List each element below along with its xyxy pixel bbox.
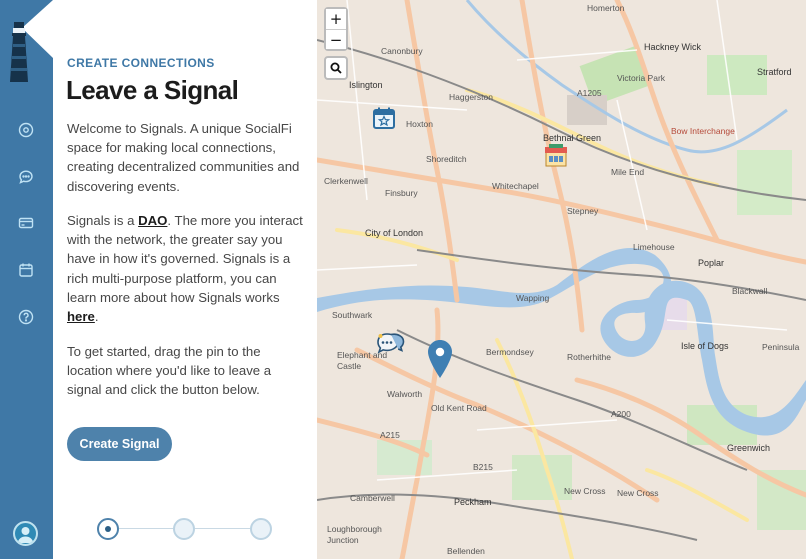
nav-rail: [0, 0, 53, 559]
chat-marker[interactable]: [377, 331, 405, 357]
onboarding-panel: CREATE CONNECTIONS Leave a Signal Welcom…: [53, 0, 317, 559]
map-label: Southwark: [332, 310, 373, 320]
map-label: Camberwell: [350, 493, 395, 503]
step-connector: [195, 528, 251, 529]
map-label: Canonbury: [381, 46, 423, 56]
map-label: Wapping: [516, 293, 550, 303]
map-label: Peninsula: [762, 342, 800, 352]
map-label: A1205: [577, 88, 602, 98]
map-label: Mile End: [611, 167, 645, 177]
instructions-paragraph: To get started, drag the pin to the loca…: [67, 344, 272, 398]
storefront-icon: [545, 144, 567, 167]
step-3-indicator[interactable]: [250, 518, 272, 540]
step-2-indicator[interactable]: [173, 518, 195, 540]
map-label: Finsbury: [385, 188, 418, 198]
map-label: Limehouse: [633, 242, 675, 252]
map-label: Loughborough Junction: [327, 524, 382, 545]
user-avatar-icon: [17, 527, 34, 543]
map-zoom-controls: + −: [324, 7, 348, 51]
map-label: New Cross: [617, 488, 659, 498]
nav-messages-button[interactable]: [16, 167, 36, 187]
shop-marker[interactable]: [543, 142, 569, 168]
chat-signal-icon: [377, 333, 405, 354]
map-label: Whitechapel: [492, 181, 539, 191]
map-pin-icon: [428, 340, 452, 378]
credit-card-icon: [18, 217, 34, 229]
map-search-button[interactable]: [324, 56, 348, 80]
map-label: Stepney: [567, 206, 599, 216]
nav-wallet-button[interactable]: [16, 213, 36, 233]
map-label: Walworth: [387, 389, 423, 399]
calendar-icon: [19, 263, 33, 277]
map-label: Hoxton: [406, 119, 433, 129]
map-view[interactable]: Homerton Canonbury Hackney Wick Stratfor…: [317, 0, 806, 559]
learn-more-link[interactable]: here: [67, 309, 95, 324]
map-label: Blackwall: [732, 286, 768, 296]
nav-help-button[interactable]: [16, 307, 36, 327]
event-marker[interactable]: [372, 106, 396, 130]
progress-stepper: [97, 517, 272, 541]
location-pin-icon: [18, 122, 34, 138]
map-label: City of London: [365, 228, 424, 238]
page-title: Leave a Signal: [66, 75, 239, 105]
map-label: A200: [611, 409, 631, 419]
nav-events-button[interactable]: [16, 260, 36, 280]
map-label: Victoria Park: [617, 73, 666, 83]
map-label: Peckham: [454, 497, 492, 507]
map-label: Hackney Wick: [644, 42, 702, 52]
section-eyebrow: CREATE CONNECTIONS: [67, 56, 215, 70]
map-label: Greenwich: [727, 443, 771, 453]
map-label: Stratford: [757, 67, 792, 77]
zoom-out-button[interactable]: −: [326, 29, 346, 49]
drop-pin-marker[interactable]: [427, 339, 453, 379]
dao-paragraph: Signals is a DAO. The more you interact …: [67, 211, 307, 326]
app-root: CREATE CONNECTIONS Leave a Signal Welcom…: [0, 0, 806, 559]
step-connector: [119, 528, 173, 529]
map-label: Clerkenwell: [324, 176, 368, 186]
map-tiles: [317, 0, 806, 559]
map-label: Shoreditch: [426, 154, 467, 164]
map-label: A215: [380, 430, 400, 440]
user-avatar[interactable]: [13, 521, 38, 546]
map-label: Homerton: [587, 3, 625, 13]
map-label: Poplar: [698, 258, 725, 268]
intro-paragraph: Welcome to Signals. A unique SocialFi sp…: [67, 121, 300, 194]
map-label: Bermondsey: [486, 347, 534, 357]
map-label: Isle of Dogs: [681, 341, 729, 351]
step-1-indicator[interactable]: [97, 518, 119, 540]
create-signal-button[interactable]: Create Signal: [67, 427, 172, 461]
map-label: Rotherhithe: [567, 352, 611, 362]
map-label: Old Kent Road: [431, 403, 487, 413]
map-label: New Cross: [564, 486, 606, 496]
lighthouse-logo-icon: [10, 22, 28, 82]
period-text: .: [94, 309, 99, 325]
dao-link[interactable]: DAO: [138, 213, 167, 228]
chat-bubble-icon: [19, 170, 33, 184]
help-circle-icon: [18, 309, 34, 325]
calendar-star-icon: [373, 107, 395, 129]
search-icon: [330, 62, 342, 74]
nav-location-button[interactable]: [16, 120, 36, 140]
zoom-in-button[interactable]: +: [326, 9, 346, 29]
map-label: B215: [473, 462, 493, 472]
map-label: Bow Interchange: [671, 126, 735, 136]
map-label: Islington: [349, 80, 383, 90]
map-label: Haggerston: [449, 92, 493, 102]
map-label: Bellenden: [447, 546, 485, 556]
dao-prefix-text: Signals is a: [67, 213, 139, 228]
